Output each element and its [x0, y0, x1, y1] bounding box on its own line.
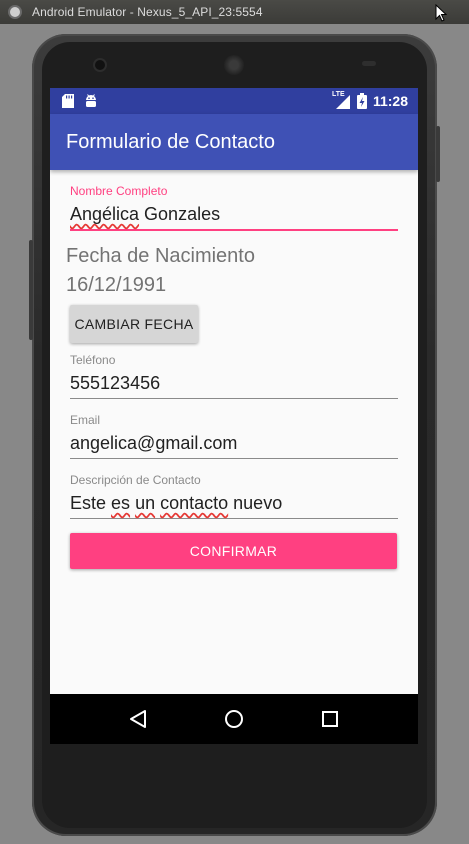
name-field-label: Nombre Completo: [70, 184, 168, 198]
emulator-window: Android Emulator - Nexus_5_API_23:5554 L…: [0, 0, 469, 844]
power-button[interactable]: [436, 126, 440, 182]
window-title: Android Emulator - Nexus_5_API_23:5554: [32, 5, 263, 19]
desc-word-misspelled: contacto: [160, 493, 229, 513]
status-time: 11:28: [372, 93, 408, 109]
battery-charging-icon: [356, 93, 367, 109]
name-input[interactable]: Angélica Gonzales: [70, 198, 398, 231]
page-title: Formulario de Contacto: [66, 130, 275, 153]
birth-date-value: 16/12/1991: [66, 274, 167, 296]
desc-word-misspelled: es: [111, 493, 131, 513]
home-button[interactable]: [222, 707, 246, 731]
back-icon: [130, 710, 146, 728]
status-bar: LTE 11:28: [50, 88, 418, 114]
app-toolbar: Formulario de Contacto: [50, 114, 418, 170]
window-titlebar[interactable]: Android Emulator - Nexus_5_API_23:5554: [0, 0, 469, 24]
phone-screen: LTE 11:28 Formulario de Contacto Nombre …: [50, 88, 418, 744]
desc-word-misspelled: un: [135, 493, 156, 513]
recents-button[interactable]: [318, 707, 342, 731]
desc-part: nuevo: [228, 493, 283, 513]
back-button[interactable]: [126, 707, 150, 731]
name-word-misspelled: Angélica: [70, 204, 140, 224]
phone-field-label: Teléfono: [70, 353, 116, 367]
front-camera: [95, 60, 105, 70]
mouse-cursor-icon: [435, 4, 447, 22]
signal-icon: LTE: [332, 91, 351, 109]
sd-card-icon: [62, 94, 74, 108]
email-input[interactable]: angelica@gmail.com: [70, 427, 398, 459]
change-date-button[interactable]: CAMBIAR FECHA: [70, 305, 198, 343]
earpiece-speaker: [224, 55, 244, 75]
navigation-bar: [50, 694, 418, 744]
window-close-button[interactable]: [8, 5, 22, 19]
contact-form: Nombre Completo Angélica Gonzales Fecha …: [50, 184, 418, 569]
home-icon: [225, 710, 243, 728]
email-field-label: Email: [70, 413, 101, 427]
desc-part: Este: [70, 493, 112, 513]
birth-date-label: Fecha de Nacimiento: [66, 245, 255, 267]
description-field-label: Descripción de Contacto: [70, 473, 201, 487]
proximity-sensor: [362, 61, 376, 66]
name-word: Gonzales: [139, 204, 221, 224]
volume-button[interactable]: [29, 240, 33, 340]
recents-icon: [322, 711, 338, 727]
android-icon: [86, 94, 96, 107]
description-input[interactable]: Este es un contacto nuevo: [70, 487, 398, 519]
confirm-button[interactable]: CONFIRMAR: [70, 533, 397, 569]
phone-input[interactable]: 555123456: [70, 367, 398, 399]
